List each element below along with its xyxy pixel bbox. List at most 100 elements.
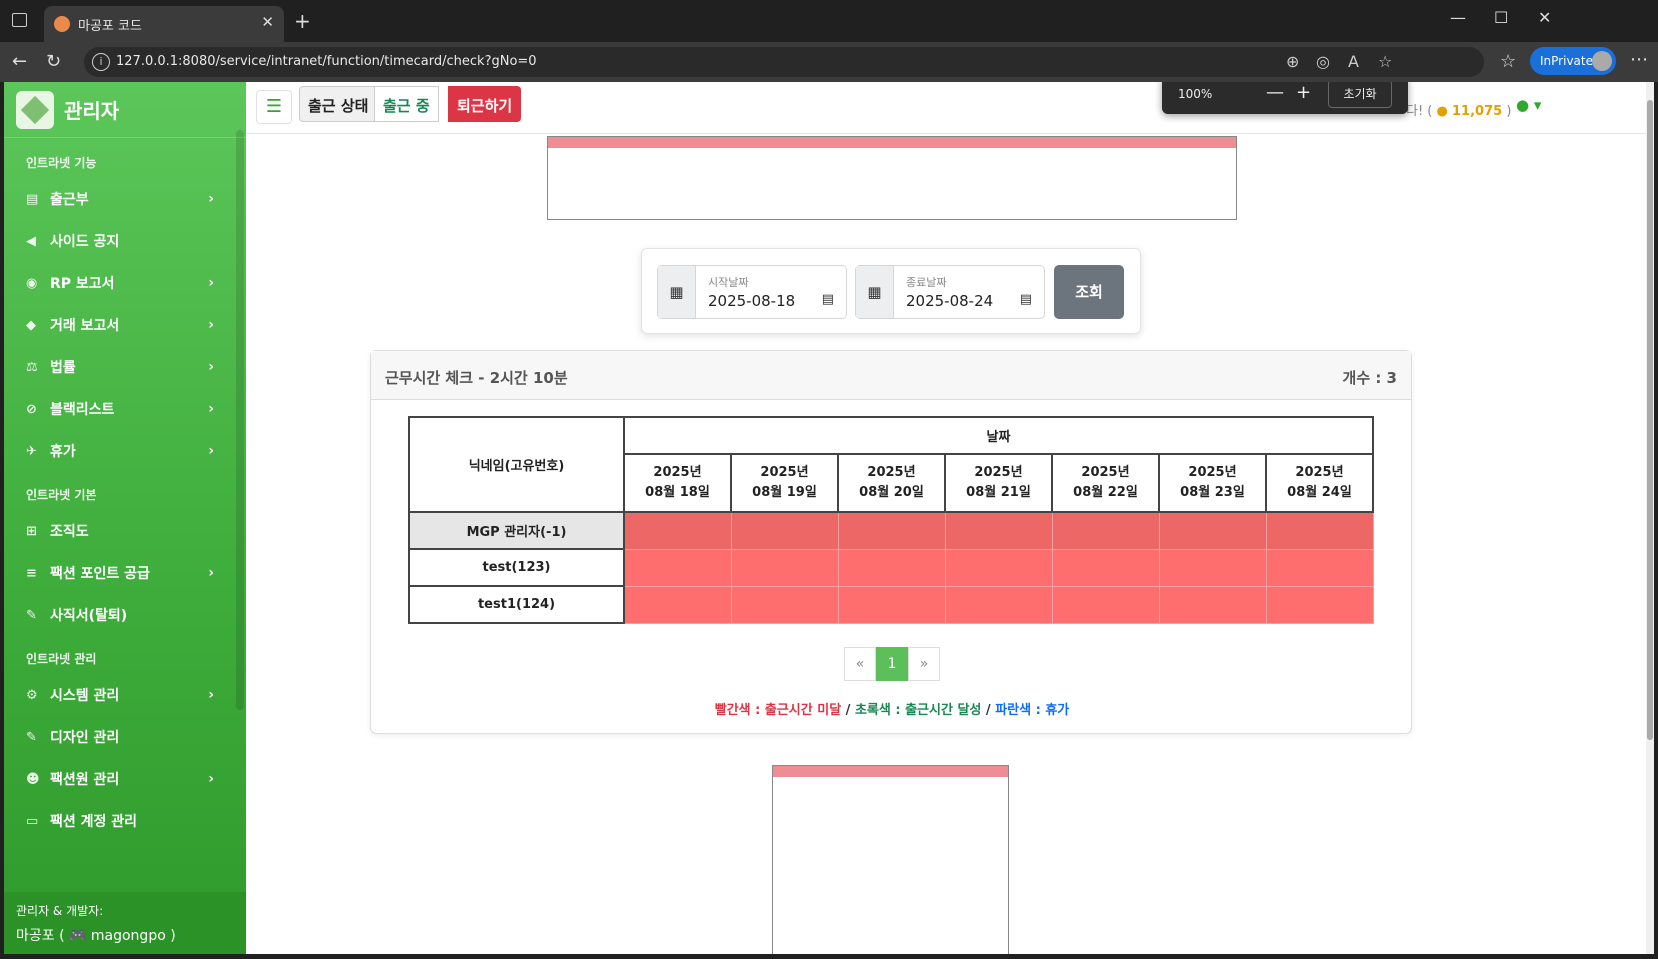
date-year: 2025년 bbox=[867, 465, 916, 480]
end-date-group[interactable]: ▦ 종료날짜 2025-08-24 ▤ bbox=[855, 265, 1045, 319]
top-banner-box bbox=[547, 136, 1237, 220]
sidebar-item-label: 조직도 bbox=[50, 524, 89, 540]
sidebar-item-label: 휴가 bbox=[50, 444, 76, 460]
date-day: 08월 22일 bbox=[1073, 485, 1138, 500]
close-window-icon[interactable]: ✕ bbox=[1538, 8, 1551, 27]
sidebar-footer: 관리자 & 개발자: 마공포 ( 🎮 magongpo ) bbox=[4, 892, 246, 954]
menu-toggle-icon[interactable]: ☰ bbox=[256, 90, 292, 124]
coins-icon: ≡ bbox=[26, 565, 37, 581]
sidebar-item-label: 블랙리스트 bbox=[50, 402, 115, 418]
attendance-cell bbox=[1051, 585, 1160, 624]
member-name-cell: test1(124) bbox=[408, 585, 625, 624]
start-date-input[interactable]: 2025-08-18 bbox=[708, 292, 795, 310]
chevron-right-icon: › bbox=[208, 275, 214, 291]
feather-icon: ✎ bbox=[26, 607, 37, 623]
zoom-out-icon[interactable]: — bbox=[1266, 82, 1284, 103]
zoom-icon[interactable]: ⊕ bbox=[1286, 52, 1299, 71]
sidebar-item[interactable]: ✎ 사직서(탈퇴) bbox=[4, 594, 246, 636]
megaphone-icon: ◀ bbox=[26, 233, 36, 249]
sidebar-item[interactable]: ◉ RP 보고서 › bbox=[4, 262, 246, 304]
clock-out-button[interactable]: 퇴근하기 bbox=[448, 86, 522, 122]
browser-tab[interactable]: 마공포 코드 ✕ bbox=[44, 6, 284, 42]
tracking-icon[interactable]: ◎ bbox=[1316, 52, 1330, 71]
brand-name: 관리자 bbox=[64, 99, 120, 123]
attendance-cell bbox=[1265, 511, 1374, 550]
end-date-label: 종료날짜 bbox=[906, 276, 947, 289]
address-bar: ← ↻ i 127.0.0.1:8080/service/intranet/fu… bbox=[0, 42, 1658, 82]
sidebar-scrollbar[interactable] bbox=[236, 130, 244, 710]
back-icon[interactable]: ← bbox=[12, 51, 27, 72]
page-prev-button[interactable]: « bbox=[844, 647, 876, 681]
date-year: 2025년 bbox=[653, 465, 702, 480]
inprivate-badge[interactable]: InPrivate bbox=[1530, 47, 1616, 75]
sidebar-item[interactable]: ⚙ 시스템 관리 › bbox=[4, 674, 246, 716]
sidebar-item-label: 거래 보고서 bbox=[50, 318, 120, 334]
plane-icon: ✈ bbox=[26, 443, 37, 459]
scrollbar-thumb[interactable] bbox=[1647, 100, 1653, 740]
sidebar-item[interactable]: ⊞ 조직도 bbox=[4, 510, 246, 552]
sidebar-item-label: 시스템 관리 bbox=[50, 688, 120, 704]
sidebar-item-label: 팩션원 관리 bbox=[50, 772, 120, 788]
date-day: 08월 20일 bbox=[859, 485, 924, 500]
sidebar-item[interactable]: ≡ 팩션 포인트 공급 › bbox=[4, 552, 246, 594]
top-navbar: ☰ 출근 상태 출근 중 퇴근하기 다! ( ● 11,075 ) ● ▾ bbox=[246, 82, 1654, 134]
read-aloud-icon[interactable]: A bbox=[1348, 52, 1359, 71]
card-title: 근무시간 체크 - 2시간 10분 bbox=[385, 369, 568, 387]
new-tab-icon[interactable]: + bbox=[294, 9, 311, 33]
sidebar-section-title: 인트라넷 기본 bbox=[26, 488, 97, 502]
calendar-icon: ▦ bbox=[856, 266, 894, 318]
browser-tab-strip: 마공포 코드 ✕ + — ☐ ✕ bbox=[0, 0, 1658, 42]
sidebar-item[interactable]: ⊘ 블랙리스트 › bbox=[4, 388, 246, 430]
member-name-cell: MGP 관리자(-1) bbox=[408, 511, 625, 550]
start-date-label: 시작날짜 bbox=[708, 276, 749, 289]
banner-bar bbox=[773, 766, 1008, 777]
date-picker-icon[interactable]: ▤ bbox=[1020, 292, 1032, 307]
attendance-cell bbox=[837, 585, 946, 624]
sidebar-item[interactable]: ▭ 팩션 계정 관리 bbox=[4, 800, 246, 842]
sidebar-brand[interactable]: 관리자 bbox=[4, 82, 246, 138]
zoom-reset-button[interactable]: 초기화 bbox=[1328, 82, 1392, 108]
favorite-star-icon[interactable]: ☆ bbox=[1378, 52, 1392, 71]
end-date-input[interactable]: 2025-08-24 bbox=[906, 292, 993, 310]
sidebar-item[interactable]: ◆ 거래 보고서 › bbox=[4, 304, 246, 346]
legend-sep: / bbox=[841, 703, 855, 718]
sidebar-item[interactable]: ▤ 출근부 › bbox=[4, 178, 246, 220]
sidebar-item[interactable]: ◀ 사이드 공지 bbox=[4, 220, 246, 262]
page-current-button[interactable]: 1 bbox=[876, 647, 908, 681]
money-bag-icon: ◆ bbox=[26, 317, 36, 333]
brush-icon: ✎ bbox=[26, 729, 37, 745]
start-date-group[interactable]: ▦ 시작날짜 2025-08-18 ▤ bbox=[657, 265, 847, 319]
attendance-cell bbox=[1158, 548, 1267, 587]
favorites-icon[interactable]: ☆ bbox=[1500, 51, 1516, 72]
url-field[interactable]: i 127.0.0.1:8080/service/intranet/functi… bbox=[84, 47, 1484, 77]
page-next-button[interactable]: » bbox=[908, 647, 940, 681]
attendance-cell bbox=[944, 548, 1053, 587]
more-menu-icon[interactable]: ⋯ bbox=[1630, 49, 1648, 70]
sidebar-item[interactable]: ☻ 팩션원 관리 › bbox=[4, 758, 246, 800]
attendance-cell bbox=[837, 548, 946, 587]
page-scrollbar[interactable] bbox=[1646, 82, 1654, 954]
site-info-icon[interactable]: i bbox=[92, 53, 110, 71]
color-legend: 빨간색 : 출근시간 미달 / 초록색 : 출근시간 달성 / 파란색 : 휴가 bbox=[371, 699, 1413, 718]
sidebar-item-label: 팩션 계정 관리 bbox=[50, 814, 138, 830]
refresh-icon[interactable]: ↻ bbox=[46, 51, 61, 72]
close-tab-icon[interactable]: ✕ bbox=[261, 13, 274, 31]
sidebar-item[interactable]: ✈ 휴가 › bbox=[4, 430, 246, 472]
sidebar-item[interactable]: ✎ 디자인 관리 bbox=[4, 716, 246, 758]
attendance-cell bbox=[1265, 585, 1374, 624]
sidebar-toggle-icon[interactable] bbox=[12, 13, 27, 27]
date-picker-icon[interactable]: ▤ bbox=[822, 292, 834, 307]
zoom-in-icon[interactable]: + bbox=[1296, 82, 1311, 103]
user-menu-icon[interactable]: ● ▾ bbox=[1516, 96, 1541, 114]
table-row: test1(124) bbox=[408, 585, 1374, 624]
date-day: 08월 24일 bbox=[1287, 485, 1352, 500]
legend-blue: 파란색 : 휴가 bbox=[995, 703, 1070, 718]
sidebar-section-title: 인트라넷 기능 bbox=[26, 156, 97, 170]
maximize-icon[interactable]: ☐ bbox=[1494, 8, 1508, 27]
chevron-right-icon: › bbox=[208, 443, 214, 459]
minimize-icon[interactable]: — bbox=[1450, 8, 1466, 27]
search-button[interactable]: 조회 bbox=[1054, 265, 1124, 319]
sidebar: 관리자 인트라넷 기능 ▤ 출근부 › ◀ 사이드 공지 ◉ RP 보고서 › ◆ 거래 보고서 › ⚖… bbox=[4, 82, 246, 954]
attendance-cell bbox=[730, 511, 839, 550]
sidebar-item[interactable]: ⚖ 법률 › bbox=[4, 346, 246, 388]
